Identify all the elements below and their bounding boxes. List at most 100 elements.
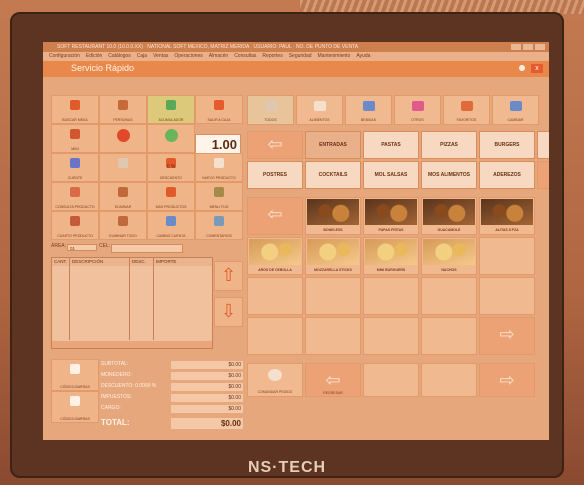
left-tile-blank-6[interactable] xyxy=(147,124,195,153)
comandar-pedido-button[interactable]: COMANDAR PEDIDO xyxy=(247,363,303,397)
group-tab-cambiar[interactable]: CAMBIAR xyxy=(492,95,539,125)
product-aros-de-cebolla[interactable]: AROS DE CEBOLLA xyxy=(247,237,303,275)
chat-icon xyxy=(268,369,282,381)
bottom-slot-empty[interactable] xyxy=(363,363,419,397)
app-header: Servicio Rápido x xyxy=(43,61,549,77)
group-icon xyxy=(460,101,473,111)
left-tile-cuarto-producto[interactable]: CUARTO PRODUCTO xyxy=(51,211,99,240)
category-aderezos[interactable]: ADEREZOS xyxy=(479,161,535,189)
left-tile-acumulador[interactable]: ACUMULADOR xyxy=(147,95,195,124)
order-grid-scrollbar[interactable] xyxy=(52,341,212,348)
menu-item[interactable]: Ayuda xyxy=(356,52,370,61)
product-slot-empty[interactable] xyxy=(421,317,477,355)
product-slot-empty[interactable] xyxy=(305,317,361,355)
products-forward-button[interactable]: ⇨ xyxy=(479,317,535,355)
order-grid-body[interactable] xyxy=(52,266,212,340)
category-burgers[interactable]: BURGERS xyxy=(479,131,535,159)
category-mol-salsas[interactable]: MOL SALSAS xyxy=(363,161,419,189)
left-tile-salir-a-caja[interactable]: SALIR A CAJA xyxy=(195,95,243,124)
barcode-button-2[interactable]: CÓDIGO BARRAS xyxy=(51,391,99,423)
tile-label: COMENTARIOS xyxy=(206,234,232,238)
menu-item[interactable]: Edición xyxy=(86,52,102,61)
group-tab-otros[interactable]: OTROS xyxy=(394,95,441,125)
group-icon xyxy=(411,101,424,111)
product-alitas-8-pza[interactable]: ALITAS 8 PZA xyxy=(479,197,535,235)
product-mozzarella-sticks[interactable]: MOZZARELLA STICKS xyxy=(305,237,361,275)
bottom-forward-button[interactable]: ⇨ xyxy=(479,363,535,397)
quantity-display[interactable]: 1.00 xyxy=(195,134,241,154)
maximize-button[interactable] xyxy=(523,44,533,50)
left-tile-personas[interactable]: PERSONAS xyxy=(99,95,147,124)
menu-item[interactable]: Reportes xyxy=(262,52,282,61)
group-tab-favoritos[interactable]: FAVORITOS xyxy=(443,95,490,125)
group-tab-todos[interactable]: TODOS xyxy=(247,95,294,125)
scroll-down-button[interactable]: ⇩ xyxy=(214,297,243,327)
menu-item[interactable]: Mantenimiento xyxy=(318,52,351,61)
left-tile-blank-9[interactable] xyxy=(99,153,147,182)
cel-input[interactable] xyxy=(111,244,183,253)
menu-item[interactable]: Seguridad xyxy=(289,52,312,61)
close-button[interactable]: x xyxy=(531,64,543,73)
category-entradas[interactable]: ENTRADAS xyxy=(305,131,361,159)
category-la-parrilla[interactable]: LA PARRILLA xyxy=(537,131,549,159)
page-title: Servicio Rápido xyxy=(71,63,135,73)
group-tab-alimentos[interactable]: ALIMENTOS xyxy=(296,95,343,125)
product-slot-empty[interactable] xyxy=(247,277,303,315)
col-descripcion: DESCRIPCIÓN xyxy=(70,258,130,266)
left-tile-consulta-producto[interactable]: CONSULTA PRODUCTO xyxy=(51,182,99,211)
product-slot-empty[interactable] xyxy=(305,277,361,315)
left-tile-cliente[interactable]: CLIENTE xyxy=(51,153,99,182)
minimize-button[interactable] xyxy=(511,44,521,50)
scroll-up-button[interactable]: ⇧ xyxy=(214,261,243,291)
category-forward-button[interactable]: ⇨AVANZAR xyxy=(537,161,549,189)
product-slot-empty[interactable] xyxy=(247,317,303,355)
menu-item[interactable]: Caja xyxy=(137,52,147,61)
left-tile-eliminar[interactable]: ELIMINAR xyxy=(99,182,147,211)
window-close-button[interactable] xyxy=(535,44,545,50)
product-slot-empty[interactable] xyxy=(363,317,419,355)
category-cocktails[interactable]: COCKTAILS xyxy=(305,161,361,189)
product-slot-empty[interactable] xyxy=(363,277,419,315)
barcode-button[interactable]: CÓDIGO BARRAS xyxy=(51,359,99,391)
products-back-button[interactable]: ⇦ xyxy=(247,197,303,235)
product-papas-fritas[interactable]: PAPAS FRITAS xyxy=(363,197,419,235)
group-tab-bebidas[interactable]: BEBIDAS xyxy=(345,95,392,125)
menu-item[interactable]: Configuración xyxy=(49,52,80,61)
bottom-slot-empty[interactable] xyxy=(421,363,477,397)
product-slot-empty[interactable] xyxy=(421,277,477,315)
category-mos-alimentos[interactable]: MOS ALIMENTOS xyxy=(421,161,477,189)
tile-label: MINI xyxy=(71,147,79,151)
left-tile-descuento[interactable]: DESCUENTO 0 % xyxy=(147,153,195,182)
left-tile-mini[interactable]: MINI xyxy=(51,124,99,153)
menu-item[interactable]: Operaciones xyxy=(174,52,202,61)
regresar-button[interactable]: ⇦ REGRESAR xyxy=(305,363,361,397)
area-select[interactable]: 01 xyxy=(67,244,97,251)
menu-item[interactable]: Ventas xyxy=(153,52,168,61)
left-tile-menu-fijo[interactable]: MENU FIJO xyxy=(195,182,243,211)
total-row: TOTAL: $0.00 xyxy=(101,418,243,429)
product-guacamole[interactable]: GUACAMOLE xyxy=(421,197,477,235)
menu-item[interactable]: Consultas xyxy=(234,52,256,61)
product-nachos[interactable]: NACHOS xyxy=(421,237,477,275)
left-tile-comentarios[interactable]: COMENTARIOS xyxy=(195,211,243,240)
category-postres[interactable]: POSTRES xyxy=(247,161,303,189)
discount-value: 0 % xyxy=(166,164,176,170)
left-tile-cambio-cuenta[interactable]: CAMBIO CUENTA xyxy=(147,211,195,240)
menu-item[interactable]: Almacén xyxy=(209,52,228,61)
product-boneless[interactable]: BONELESS xyxy=(305,197,361,235)
left-tile-buscar-mesa[interactable]: BUSCAR MESA xyxy=(51,95,99,124)
product-slot-empty[interactable] xyxy=(479,277,535,315)
tile-label: MAS PRODUCTOS xyxy=(155,205,187,209)
left-tile-eliminar-todo[interactable]: ELIMINAR TODO xyxy=(99,211,147,240)
category-pastas[interactable]: PASTAS xyxy=(363,131,419,159)
menu-item[interactable]: Catálogos xyxy=(108,52,131,61)
product-slot-empty[interactable] xyxy=(479,237,535,275)
help-icon[interactable] xyxy=(519,65,525,71)
category-pizzas[interactable]: PIZZAS xyxy=(421,131,477,159)
category-back-button[interactable]: ⇦ xyxy=(247,131,303,159)
tile-icon xyxy=(117,129,130,142)
left-tile-blank-5[interactable] xyxy=(99,124,147,153)
left-tile-mas-productos[interactable]: MAS PRODUCTOS xyxy=(147,182,195,211)
product-mini-burguers[interactable]: MINI BURGUERS xyxy=(363,237,419,275)
left-tile-nuevo-producto[interactable]: NUEVO PRODUCTO xyxy=(195,153,243,182)
